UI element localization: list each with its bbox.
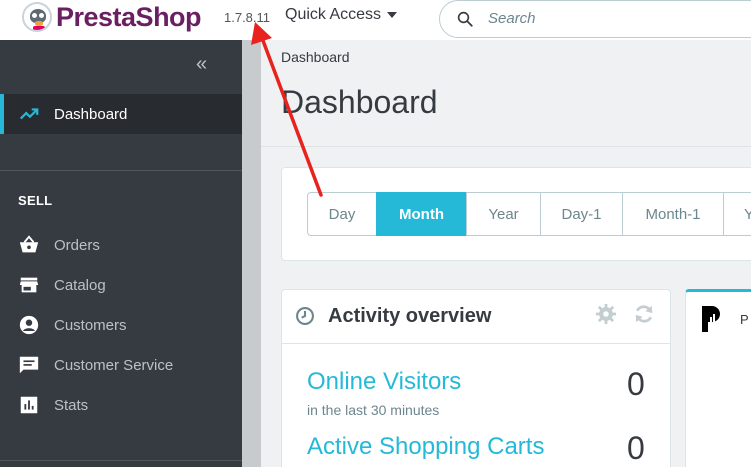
online-visitors-link[interactable]: Online Visitors <box>307 368 461 396</box>
sidebar-item-label: Catalog <box>54 276 106 294</box>
sidebar-divider <box>0 460 242 461</box>
activity-header: Activity overview <box>282 290 670 344</box>
search-icon <box>457 11 473 27</box>
quick-access-label: Quick Access <box>285 6 382 23</box>
quick-access-dropdown[interactable]: Quick Access <box>285 6 398 24</box>
chat-icon <box>19 356 39 374</box>
sidebar-section-sell: SELL <box>18 193 53 208</box>
partner-card: P <box>685 289 751 467</box>
period-year-button[interactable]: Year <box>466 192 541 236</box>
header-separator <box>261 146 751 147</box>
period-year-1-button[interactable]: Y <box>723 192 751 236</box>
online-visitors-subtitle: in the last 30 minutes <box>307 402 440 418</box>
bar-chart-icon <box>20 396 38 414</box>
partner-card-label: P <box>740 312 749 327</box>
active-carts-link[interactable]: Active Shopping Carts <box>307 433 544 461</box>
active-carts-value: 0 <box>627 430 645 466</box>
period-day-1-button[interactable]: Day-1 <box>540 192 623 236</box>
basket-icon <box>19 235 39 253</box>
sidebar-item-label: Customer Service <box>54 356 174 374</box>
page-title: Dashboard <box>281 84 438 120</box>
activity-title: Activity overview <box>328 305 492 327</box>
app-root: PrestaShop 1.7.8.11 Quick Access Search … <box>0 0 751 467</box>
sidebar-item-dashboard[interactable]: Dashboard <box>0 94 242 134</box>
store-icon <box>19 277 39 293</box>
period-day-button[interactable]: Day <box>307 192 377 236</box>
sidebar-item-orders[interactable]: Orders <box>0 225 242 265</box>
search-input[interactable]: Search <box>439 0 751 38</box>
sidebar-item-label: Customers <box>54 316 127 334</box>
sidebar-item-stats[interactable]: Stats <box>0 385 242 425</box>
activity-overview-card: Activity overview Online Visitors in the <box>281 289 671 467</box>
account-circle-icon <box>19 315 39 335</box>
gear-icon[interactable] <box>595 303 617 325</box>
puffin-logo-icon <box>22 2 52 32</box>
brand-name: PrestaShop <box>56 1 202 32</box>
sidebar: « Dashboard SELL Orders Catalog Customer… <box>0 40 242 467</box>
period-month-1-button[interactable]: Month-1 <box>622 192 724 236</box>
sidebar-divider <box>0 170 242 171</box>
caret-down-icon <box>387 12 398 18</box>
version-label: 1.7.8.11 <box>224 10 271 25</box>
search-placeholder: Search <box>488 10 536 27</box>
collapse-sidebar-icon[interactable]: « <box>196 54 207 74</box>
p-logo-icon <box>702 306 720 332</box>
sidebar-item-label: Dashboard <box>54 105 128 123</box>
period-selector-card: Day Month Year Day-1 Month-1 Y <box>281 167 751 261</box>
sidebar-scrollbar[interactable] <box>242 40 261 467</box>
sidebar-item-label: Stats <box>54 396 89 414</box>
period-button-group: Day Month Year Day-1 Month-1 Y <box>307 192 751 236</box>
period-month-button[interactable]: Month <box>376 192 467 236</box>
top-header: PrestaShop 1.7.8.11 Quick Access Search <box>0 0 751 40</box>
refresh-icon[interactable] <box>633 303 655 325</box>
sidebar-item-label: Orders <box>54 236 100 254</box>
sidebar-item-customer-service[interactable]: Customer Service <box>0 345 242 385</box>
breadcrumb[interactable]: Dashboard <box>281 49 350 65</box>
clock-icon <box>296 307 314 325</box>
online-visitors-value: 0 <box>627 366 645 402</box>
sidebar-item-customers[interactable]: Customers <box>0 305 242 345</box>
trending-up-icon <box>19 108 39 120</box>
prestashop-logo[interactable]: PrestaShop <box>22 1 202 32</box>
sidebar-item-catalog[interactable]: Catalog <box>0 265 242 305</box>
